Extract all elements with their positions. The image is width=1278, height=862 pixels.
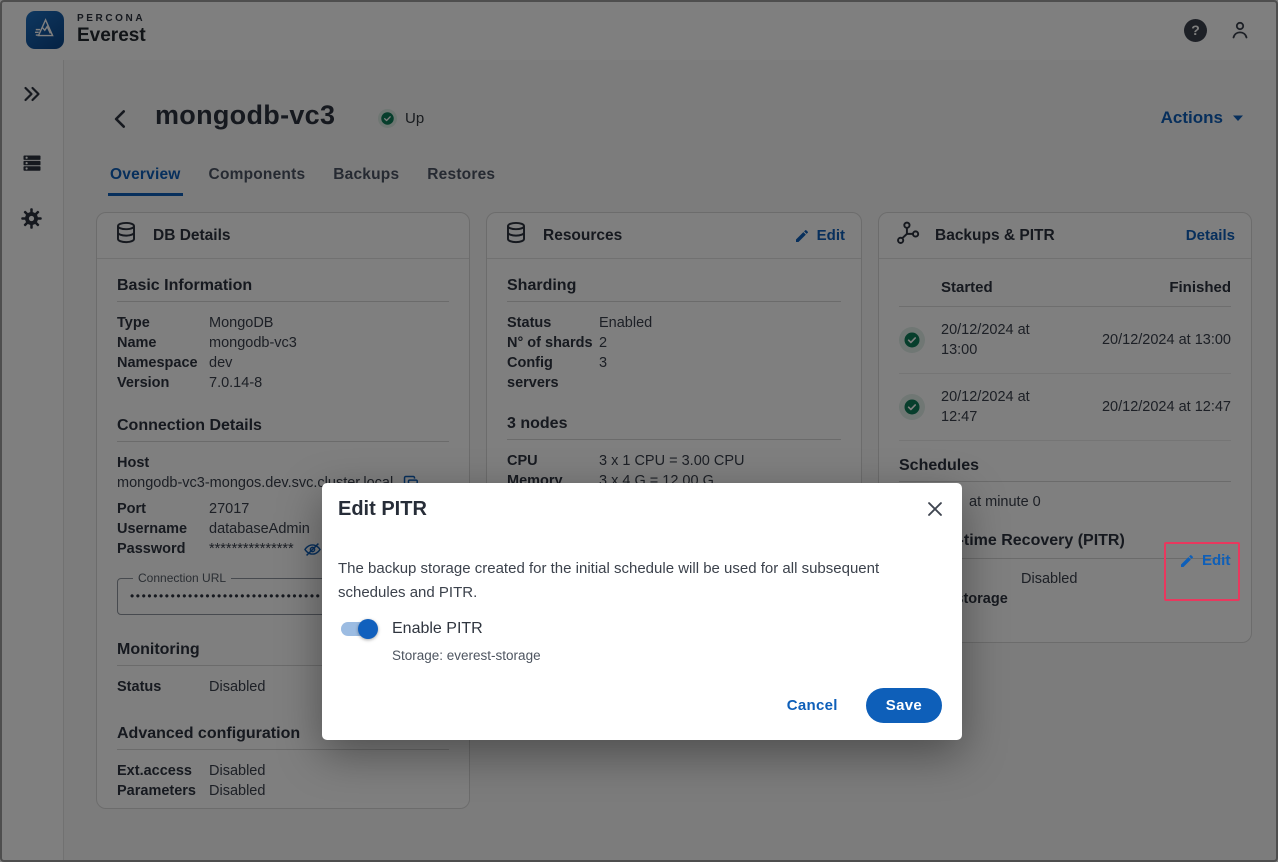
save-button[interactable]: Save bbox=[866, 688, 942, 723]
dialog-body-text: The backup storage created for the initi… bbox=[338, 557, 940, 605]
enable-pitr-label: Enable PITR bbox=[392, 620, 483, 638]
storage-note: Storage: everest-storage bbox=[392, 648, 946, 663]
app-window: PERCONA Everest ? bbox=[0, 0, 1278, 862]
enable-pitr-toggle[interactable] bbox=[338, 617, 378, 641]
pencil-icon bbox=[1179, 553, 1195, 569]
dialog-title: Edit PITR bbox=[338, 498, 946, 521]
cancel-button[interactable]: Cancel bbox=[787, 697, 838, 714]
edit-pitr-dialog: Edit PITR The backup storage created for… bbox=[322, 483, 962, 740]
pitr-edit-button[interactable]: Edit bbox=[1179, 552, 1230, 569]
pitr-edit-label: Edit bbox=[1202, 552, 1230, 569]
close-icon[interactable] bbox=[924, 498, 946, 520]
